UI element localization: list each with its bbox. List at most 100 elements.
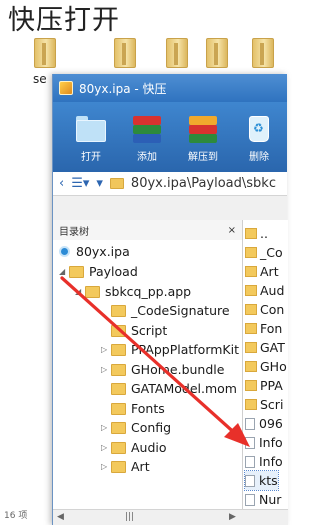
tree-title: 目录树 bbox=[59, 226, 89, 238]
page-heading: 快压打开 bbox=[8, 5, 120, 36]
add-button-label: 添加 bbox=[137, 152, 157, 163]
back-arrow-icon[interactable]: ‹ bbox=[59, 176, 64, 191]
folder-icon bbox=[245, 266, 257, 277]
folder-icon bbox=[245, 342, 257, 353]
desktop-folder-icon[interactable] bbox=[114, 38, 136, 68]
folder-icon bbox=[111, 343, 126, 356]
folder-icon bbox=[245, 247, 257, 258]
tree-item-archive[interactable]: 80yx.ipa bbox=[59, 242, 130, 262]
file-icon bbox=[245, 474, 255, 487]
desktop-item-label: se bbox=[33, 72, 47, 86]
kuaiya-app-icon bbox=[59, 81, 73, 95]
folder-icon bbox=[111, 402, 126, 415]
dropdown-triangle-icon[interactable]: ▾ bbox=[96, 176, 103, 191]
window-title: 80yx.ipa - 快压 bbox=[79, 81, 167, 96]
extract-books-icon bbox=[186, 112, 220, 144]
kuaiya-window: 80yx.ipa - 快压 打开 添加 解压到 删除 ‹ ☰▾ ▾ 80yx.i… bbox=[52, 74, 288, 525]
folder-icon bbox=[111, 304, 126, 317]
tree-item-folder[interactable]: Script bbox=[101, 321, 167, 341]
folder-icon bbox=[85, 285, 100, 298]
list-item[interactable]: Info bbox=[245, 452, 283, 471]
archive-disk-icon bbox=[59, 246, 70, 258]
tree-item-app[interactable]: ◢ sbkcq_pp.app bbox=[75, 282, 191, 302]
tree-item-folder[interactable]: GATAModel.mom bbox=[101, 379, 237, 399]
content-panes: 目录树 × 80yx.ipa ◢ Payload ◢ sbkcq_pp.app … bbox=[53, 220, 288, 525]
open-folder-icon bbox=[74, 112, 108, 144]
add-button[interactable]: 添加 bbox=[119, 112, 175, 163]
expanded-arrow-icon[interactable]: ◢ bbox=[59, 267, 69, 276]
tree-item-folder[interactable]: Fonts bbox=[101, 399, 165, 419]
tree-item-folder[interactable]: ▷ GHome.bundle bbox=[101, 360, 224, 380]
tree-item-label: _CodeSignature bbox=[131, 303, 230, 319]
tree-close-icon[interactable]: × bbox=[228, 225, 236, 236]
tree-item-folder[interactable]: ▷ Art bbox=[101, 457, 150, 477]
list-item[interactable]: Nur bbox=[245, 490, 281, 509]
list-item[interactable]: Info bbox=[245, 433, 283, 452]
list-item[interactable]: Con bbox=[245, 300, 284, 319]
tree-item-label: Art bbox=[131, 459, 150, 475]
file-icon bbox=[245, 417, 255, 430]
path-folder-icon bbox=[109, 178, 124, 189]
list-item[interactable]: 096 bbox=[245, 414, 283, 433]
folder-icon bbox=[111, 382, 126, 395]
toolbar: 打开 添加 解压到 删除 bbox=[53, 102, 287, 172]
window-titlebar[interactable]: 80yx.ipa - 快压 bbox=[53, 74, 287, 102]
desktop-folder-icon[interactable] bbox=[206, 38, 228, 68]
open-button-label: 打开 bbox=[81, 152, 101, 163]
list-item[interactable]: _Co bbox=[245, 243, 283, 262]
scroll-thumb[interactable]: ||| bbox=[125, 512, 134, 522]
address-bar: ‹ ☰▾ ▾ 80yx.ipa\Payload\sbkc bbox=[53, 172, 287, 196]
horizontal-scrollbar[interactable]: ◀ ||| ▶ bbox=[53, 509, 288, 525]
folder-icon bbox=[245, 228, 257, 239]
folder-icon bbox=[245, 323, 257, 334]
scroll-right-icon[interactable]: ▶ bbox=[229, 512, 236, 522]
recycle-bin-icon bbox=[242, 112, 276, 144]
list-item[interactable]: Fon bbox=[245, 319, 282, 338]
open-button[interactable]: 打开 bbox=[63, 112, 119, 163]
list-item[interactable]: Aud bbox=[245, 281, 284, 300]
collapsed-arrow-icon[interactable]: ▷ bbox=[101, 365, 111, 374]
status-text: 16 项 bbox=[4, 511, 28, 521]
list-item-parent[interactable]: .. bbox=[245, 224, 268, 243]
list-item-selected[interactable]: kts bbox=[244, 470, 279, 491]
list-item[interactable]: Art bbox=[245, 262, 279, 281]
tree-item-label: GATAModel.mom bbox=[131, 381, 237, 397]
tree-item-folder[interactable]: ▷ PPAppPlatformKit bbox=[101, 340, 239, 360]
tree-item-label: 80yx.ipa bbox=[76, 244, 130, 260]
desktop-folder-icon[interactable] bbox=[166, 38, 188, 68]
scroll-left-icon[interactable]: ◀ bbox=[57, 512, 64, 522]
folder-icon bbox=[111, 460, 126, 473]
tree-item-folder[interactable]: ▷ Audio bbox=[101, 438, 167, 458]
folder-icon bbox=[111, 324, 126, 337]
file-icon bbox=[245, 436, 255, 449]
desktop-folder-icon[interactable] bbox=[34, 38, 56, 68]
file-icon bbox=[245, 455, 255, 468]
tree-item-folder[interactable]: _CodeSignature bbox=[101, 301, 230, 321]
tree-item-label: sbkcq_pp.app bbox=[105, 284, 192, 300]
list-item[interactable]: GHo bbox=[245, 357, 287, 376]
list-item[interactable]: Scri bbox=[245, 395, 283, 414]
collapsed-arrow-icon[interactable]: ▷ bbox=[101, 345, 111, 354]
collapsed-arrow-icon[interactable]: ▷ bbox=[101, 462, 111, 471]
delete-button[interactable]: 删除 bbox=[231, 112, 287, 163]
expanded-arrow-icon[interactable]: ◢ bbox=[75, 287, 85, 296]
extract-to-button[interactable]: 解压到 bbox=[175, 112, 231, 163]
extract-to-button-label: 解压到 bbox=[188, 152, 218, 163]
folder-icon bbox=[245, 399, 257, 410]
desktop-folder-icon[interactable] bbox=[252, 38, 274, 68]
file-icon bbox=[245, 493, 255, 506]
list-item[interactable]: GAT bbox=[245, 338, 285, 357]
tree-item-label: Fonts bbox=[131, 401, 165, 417]
list-item[interactable]: PPA bbox=[245, 376, 283, 395]
folder-icon bbox=[69, 265, 84, 278]
folder-icon bbox=[245, 285, 257, 296]
tree-item-label: Script bbox=[131, 323, 168, 339]
list-view-icon[interactable]: ☰▾ bbox=[71, 176, 89, 191]
collapsed-arrow-icon[interactable]: ▷ bbox=[101, 423, 111, 432]
folder-icon bbox=[245, 380, 257, 391]
tree-item-payload[interactable]: ◢ Payload bbox=[59, 262, 138, 282]
collapsed-arrow-icon[interactable]: ▷ bbox=[101, 443, 111, 452]
address-path[interactable]: 80yx.ipa\Payload\sbkc bbox=[131, 176, 276, 191]
tree-item-folder[interactable]: ▷ Config bbox=[101, 418, 171, 438]
tree-header: 目录树 × bbox=[53, 220, 242, 240]
